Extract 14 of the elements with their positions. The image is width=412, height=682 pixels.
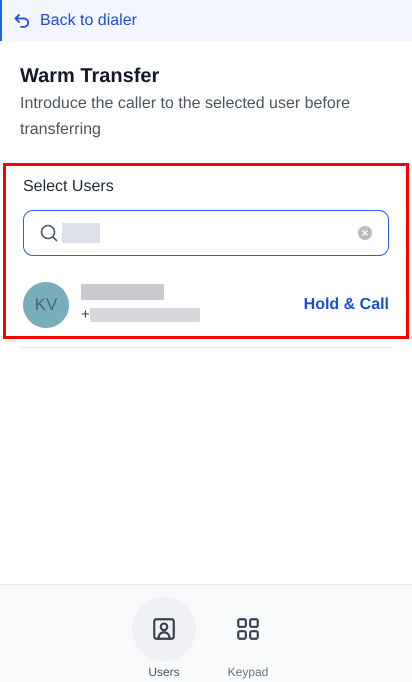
avatar: KV — [23, 282, 69, 328]
user-profile-icon — [151, 616, 177, 642]
page-subtitle: Introduce the caller to the selected user before transferring — [20, 94, 351, 140]
hold-and-call-link[interactable]: Hold & Call — [304, 293, 389, 317]
blurred-query — [62, 223, 100, 243]
search-field[interactable] — [23, 210, 389, 256]
phone-prefix: + — [81, 304, 90, 325]
section-label: Select Users — [23, 177, 115, 197]
page-title: Warm Transfer — [20, 64, 160, 89]
nav-tab[interactable]: Keypad — [216, 597, 280, 682]
search-icon — [40, 224, 58, 242]
grid-icon — [235, 616, 261, 642]
return-arrow-icon — [14, 14, 30, 28]
back-link[interactable]: Back to dialer — [14, 8, 137, 32]
